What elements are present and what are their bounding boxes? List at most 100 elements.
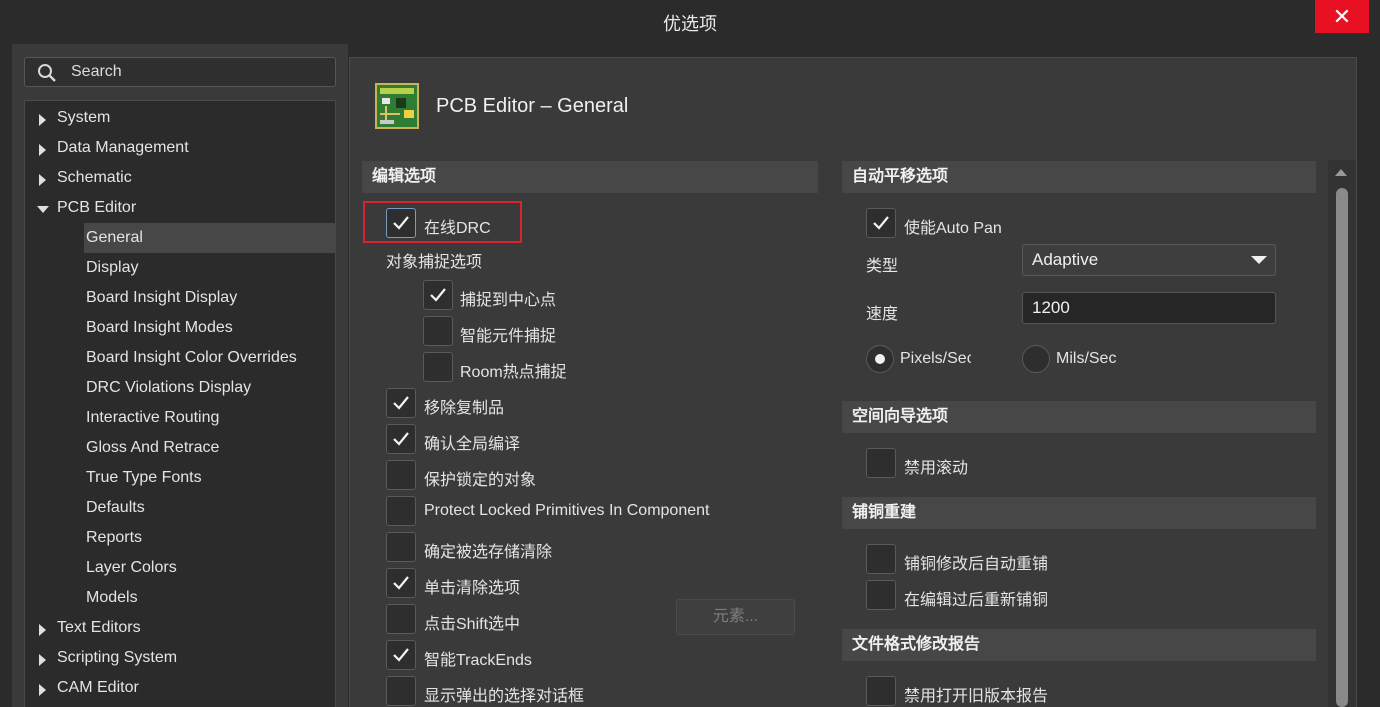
tree-item-reports[interactable]: Reports bbox=[84, 523, 336, 553]
show-popup-selection-checkbox[interactable] bbox=[386, 676, 416, 706]
disable-old-version-checkbox[interactable] bbox=[866, 676, 896, 706]
check-icon bbox=[873, 216, 889, 230]
tree-item-label: CAM Editor bbox=[57, 679, 139, 696]
scroll-up-icon[interactable] bbox=[1335, 169, 1347, 176]
repour-after-edit-checkbox[interactable] bbox=[866, 580, 896, 610]
expand-right-icon[interactable] bbox=[39, 684, 46, 696]
tree-item-label: Models bbox=[86, 589, 138, 606]
section-file-format-report: 文件格式修改报告 bbox=[842, 629, 1316, 661]
repour-after-edit-label: 在编辑过后重新铺铜 bbox=[904, 592, 1049, 609]
enable-autopan-checkbox[interactable] bbox=[866, 208, 896, 238]
tree-item-schematic[interactable]: Schematic bbox=[26, 163, 334, 193]
tree-item-gloss-and-retrace[interactable]: Gloss And Retrace bbox=[84, 433, 336, 463]
protect-locked-checkbox[interactable] bbox=[386, 460, 416, 490]
tree-item-label: Reports bbox=[86, 529, 143, 546]
click-clears-selection-checkbox[interactable] bbox=[386, 568, 416, 598]
check-icon bbox=[430, 288, 446, 302]
click-clears-selection-label: 单击清除选项 bbox=[424, 580, 521, 597]
check-icon bbox=[393, 576, 409, 590]
tree-item-label: PCB Editor bbox=[57, 199, 137, 216]
expand-right-icon[interactable] bbox=[39, 174, 46, 186]
autopan-speed-input[interactable]: 1200 bbox=[1022, 292, 1276, 324]
protect-locked-primitives-label: Protect Locked Primitives In Component bbox=[424, 502, 710, 519]
check-icon bbox=[393, 432, 409, 446]
smart-track-ends-label: 智能TrackEnds bbox=[424, 652, 532, 669]
disable-roll-checkbox[interactable] bbox=[866, 448, 896, 478]
check-icon bbox=[393, 396, 409, 410]
tree-item-text-editors[interactable]: Text Editors bbox=[26, 613, 334, 643]
unit-mils-radio[interactable] bbox=[1022, 345, 1050, 373]
section-space-navigator: 空间向导选项 bbox=[842, 401, 1316, 433]
tree-item-label: Board Insight Color Overrides bbox=[86, 349, 297, 366]
expand-right-icon[interactable] bbox=[39, 144, 46, 156]
confirm-global-edit-checkbox[interactable] bbox=[386, 424, 416, 454]
tree-item-board-insight-modes[interactable]: Board Insight Modes bbox=[84, 313, 336, 343]
smart-track-ends-checkbox[interactable] bbox=[386, 640, 416, 670]
auto-rebuild-label: 铺铜修改后自动重铺 bbox=[904, 556, 1049, 573]
tree-item-label: Text Editors bbox=[57, 619, 141, 636]
online-drc-label: 在线DRC bbox=[424, 220, 491, 237]
unit-pixels-label: Pixels/Sec bbox=[900, 350, 971, 367]
primitives-button[interactable]: 元素... bbox=[676, 599, 795, 635]
tree-item-layer-colors[interactable]: Layer Colors bbox=[84, 553, 336, 583]
tree-item-interactive-routing[interactable]: Interactive Routing bbox=[84, 403, 336, 433]
shift-click-select-checkbox[interactable] bbox=[386, 604, 416, 634]
tree-item-label: Gloss And Retrace bbox=[86, 439, 220, 456]
tree-item-system[interactable]: System bbox=[26, 103, 334, 133]
autopan-type-label: 类型 bbox=[866, 258, 899, 275]
tree-item-label: System bbox=[57, 109, 111, 126]
settings-scrollbar[interactable] bbox=[1328, 160, 1356, 707]
tree-item-display[interactable]: Display bbox=[84, 253, 336, 283]
expand-right-icon[interactable] bbox=[39, 114, 46, 126]
disable-old-version-label: 禁用打开旧版本报告 bbox=[904, 688, 1049, 705]
remove-duplicates-checkbox[interactable] bbox=[386, 388, 416, 418]
smart-component-snap-label: 智能元件捕捉 bbox=[460, 328, 557, 345]
confirm-selection-clear-checkbox[interactable] bbox=[386, 532, 416, 562]
expand-right-icon[interactable] bbox=[39, 654, 46, 666]
scroll-thumb[interactable] bbox=[1336, 188, 1348, 707]
tree-item-board-insight-display[interactable]: Board Insight Display bbox=[84, 283, 336, 313]
tree-item-label: Layer Colors bbox=[86, 559, 177, 576]
unit-pixels-radio[interactable] bbox=[866, 345, 894, 373]
radio-selected-dot bbox=[875, 354, 885, 364]
search-icon bbox=[38, 64, 56, 82]
online-drc-checkbox[interactable] bbox=[386, 208, 416, 238]
tree-item-board-insight-color-overrides[interactable]: Board Insight Color Overrides bbox=[84, 343, 336, 373]
confirm-selection-clear-label: 确定被选存储清除 bbox=[424, 544, 553, 561]
auto-rebuild-checkbox[interactable] bbox=[866, 544, 896, 574]
tree-item-scripting-system[interactable]: Scripting System bbox=[26, 643, 334, 673]
tree-item-cam-editor[interactable]: CAM Editor bbox=[26, 673, 334, 703]
tree-item-label: Board Insight Display bbox=[86, 289, 238, 306]
remove-duplicates-label: 移除复制品 bbox=[424, 400, 505, 417]
tree-item-models[interactable]: Models bbox=[84, 583, 336, 613]
tree-item-drc-violations-display[interactable]: DRC Violations Display bbox=[84, 373, 336, 403]
tree-item-label: DRC Violations Display bbox=[86, 379, 252, 396]
tree-item-label: Interactive Routing bbox=[86, 409, 220, 426]
disable-roll-label: 禁用滚动 bbox=[904, 460, 969, 477]
snap-center-checkbox[interactable] bbox=[423, 280, 453, 310]
room-hotspot-snap-label: Room热点捕捉 bbox=[460, 364, 567, 381]
autopan-speed-label: 速度 bbox=[866, 306, 899, 323]
autopan-type-value: Adaptive bbox=[1032, 250, 1099, 269]
chevron-down-icon bbox=[1251, 256, 1267, 264]
room-hotspot-snap-checkbox[interactable] bbox=[423, 352, 453, 382]
tree-item-label: General bbox=[86, 229, 143, 246]
tree-item-defaults[interactable]: Defaults bbox=[84, 493, 336, 523]
protect-locked-primitives-checkbox[interactable] bbox=[386, 496, 416, 526]
enable-autopan-label: 使能Auto Pan bbox=[904, 220, 1002, 237]
smart-component-snap-checkbox[interactable] bbox=[423, 316, 453, 346]
search-placeholder: Search bbox=[71, 63, 122, 80]
check-icon bbox=[393, 216, 409, 230]
expand-down-icon[interactable] bbox=[37, 206, 49, 213]
tree-item-data-management[interactable]: Data Management bbox=[26, 133, 334, 163]
search-input[interactable]: Search bbox=[24, 57, 336, 87]
expand-right-icon[interactable] bbox=[39, 624, 46, 636]
close-button[interactable]: ✕ bbox=[1315, 0, 1369, 33]
window-titlebar: 优选项 ✕ bbox=[0, 0, 1380, 44]
autopan-type-dropdown[interactable]: Adaptive bbox=[1022, 244, 1276, 276]
shift-click-select-label: 点击Shift选中 bbox=[424, 616, 521, 633]
tree-item-label: Data Management bbox=[57, 139, 189, 156]
tree-item-pcb-editor[interactable]: PCB Editor bbox=[26, 193, 334, 223]
tree-item-general[interactable]: General bbox=[84, 223, 336, 253]
tree-item-true-type-fonts[interactable]: True Type Fonts bbox=[84, 463, 336, 493]
